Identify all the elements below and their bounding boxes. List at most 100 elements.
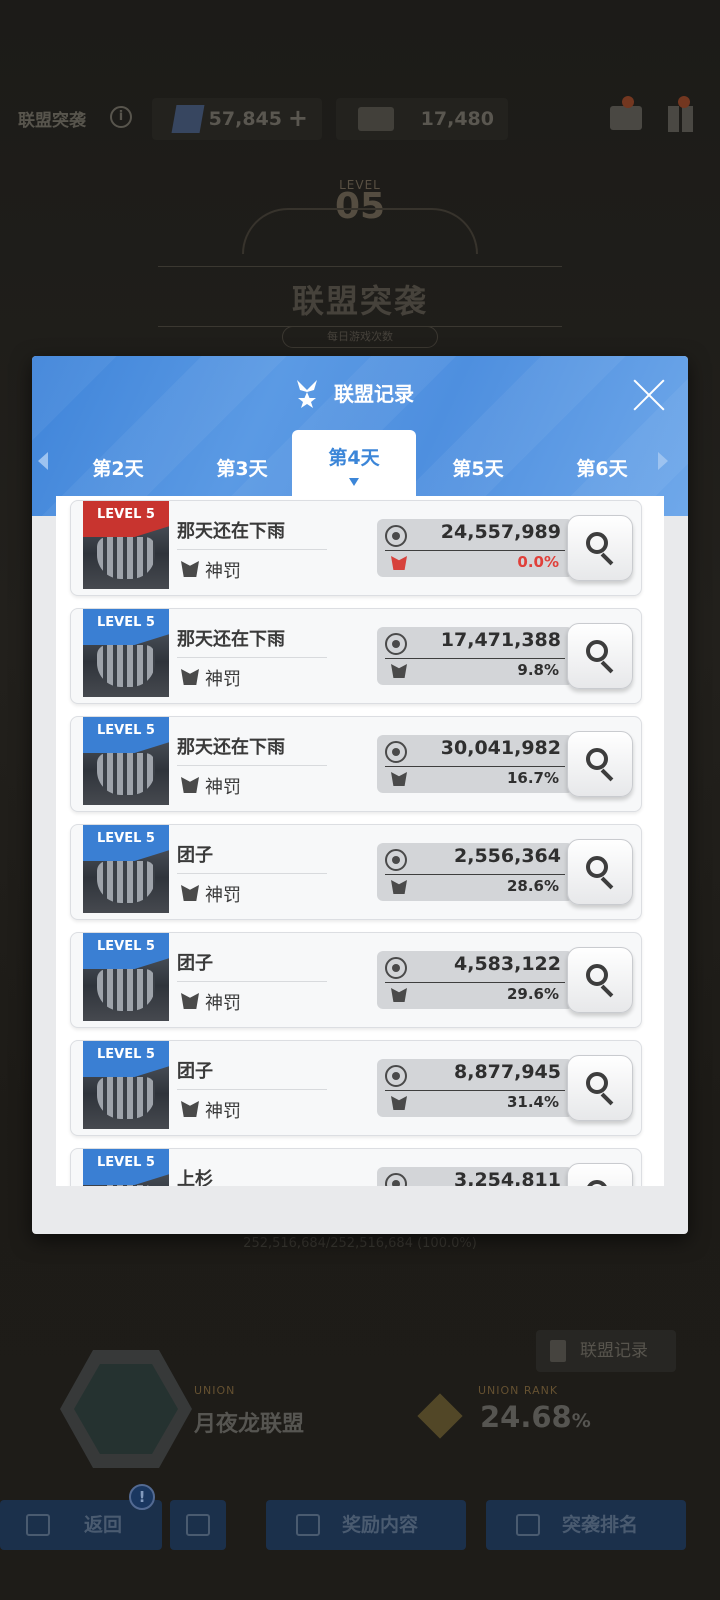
guild-name: 神罚 [205,561,241,582]
damage-value: 17,471,388 [440,629,561,651]
record-row: LEVEL 5 团子神罚 4,583,122 29.6% [70,932,642,1028]
search-icon [586,532,608,554]
search-icon-handle [600,1092,614,1106]
guild-name: 神罚 [205,669,241,690]
divider [385,1090,565,1091]
damage-stats: 8,877,945 31.4% [377,1059,573,1117]
divider [385,766,565,767]
damage-percent: 29.6% [506,985,559,1003]
tab-scroll-left-icon[interactable] [38,452,48,470]
target-icon [385,1065,407,1087]
trophy-star-icon [297,380,317,408]
player-avatar: LEVEL 5 [83,717,169,805]
search-icon [586,856,608,878]
player-avatar: LEVEL 5 [83,1041,169,1129]
tab-day-5[interactable]: 第5天 [416,442,540,496]
damage-value: 4,583,122 [454,953,561,975]
player-level: LEVEL 5 [97,723,155,738]
damage-value: 3,254,811 [454,1169,561,1186]
mech-portrait [97,969,155,1011]
active-tab-indicator-icon [349,478,359,486]
modal-title: 联盟记录 [334,382,414,406]
search-icon [586,748,608,770]
guild-name: 神罚 [205,885,241,906]
divider [177,873,327,874]
divider [177,657,327,658]
player-name: 那天还在下雨 [177,737,285,758]
record-list[interactable]: LEVEL 5 那天还在下雨 神罚 24,557,989 0.0% LEVEL 5 那天还在… [56,496,664,1186]
record-row: LEVEL 5 团子 神罚 2,556,364 28.6% [70,824,642,920]
mech-portrait [97,537,155,579]
view-detail-button[interactable] [567,947,633,1013]
record-row: LEVEL 5 上杉 3,254,811 [70,1148,642,1186]
damage-percent: 28.6% [506,877,559,895]
search-icon-handle [600,660,614,674]
divider [385,874,565,875]
tab-day-3[interactable]: 第3天 [180,442,304,496]
player-name: 那天还在下雨 [177,629,285,650]
player-level: LEVEL 5 [97,615,155,630]
player-name: 上杉 [177,1169,213,1186]
boss-icon [391,988,407,1002]
guild-icon [181,885,199,901]
tab-day-2[interactable]: 第2天 [56,442,180,496]
player-avatar: LEVEL 5 [83,501,169,589]
boss-icon [391,664,407,678]
tab-day-6[interactable]: 第6天 [540,442,664,496]
view-detail-button[interactable] [567,1163,633,1186]
player-name: 团子 [177,845,213,866]
damage-percent: 16.7% [506,769,559,787]
divider [177,981,327,982]
damage-percent: 0.0% [517,553,559,571]
divider [177,549,327,550]
record-row: LEVEL 5 那天还在下雨 神罚 24,557,989 0.0% [70,500,642,596]
damage-stats: 3,254,811 [377,1167,573,1186]
player-name: 团子 [177,953,213,974]
damage-stats: 24,557,989 0.0% [377,519,573,577]
target-icon [385,957,407,979]
view-detail-button[interactable] [567,623,633,689]
search-icon [586,1072,608,1094]
divider [385,658,565,659]
target-icon [385,741,407,763]
player-avatar: LEVEL 5 [83,609,169,697]
search-icon [586,1180,608,1186]
player-name: 团子 [177,1061,213,1082]
view-detail-button[interactable] [567,1055,633,1121]
boss-icon [391,556,407,570]
mech-portrait [97,1185,155,1186]
tab-day-4-label: 第4天 [328,447,380,469]
damage-value: 30,041,982 [440,737,561,759]
damage-stats: 30,041,982 16.7% [377,735,573,793]
damage-percent: 31.4% [506,1093,559,1111]
damage-stats: 2,556,364 28.6% [377,843,573,901]
damage-value: 8,877,945 [454,1061,561,1083]
guild-icon [181,993,199,1009]
target-icon [385,633,407,655]
search-icon [586,964,608,986]
mech-portrait [97,753,155,795]
guild-name: 神罚 [205,1101,241,1122]
player-avatar: LEVEL 5 [83,933,169,1021]
guild-name: 神罚 [205,777,241,798]
tab-day-4[interactable]: 第4天 [292,430,416,498]
guild-name: 神罚 [205,993,241,1014]
boss-icon [391,772,407,786]
boss-icon [391,1096,407,1110]
view-detail-button[interactable] [567,515,633,581]
record-row: LEVEL 5 那天还在下雨神罚 17,471,388 9.8% [70,608,642,704]
player-level: LEVEL 5 [97,1047,155,1062]
view-detail-button[interactable] [567,731,633,797]
target-icon [385,1173,407,1186]
close-icon[interactable] [632,378,666,412]
guild-icon [181,777,199,793]
guild-icon [181,561,199,577]
target-icon [385,849,407,871]
target-icon [385,525,407,547]
mech-portrait [97,645,155,687]
union-record-modal: 联盟记录 第2天 第3天 第4天 第5天 第6天 LEVEL 5 那天还在下雨 神罚… [32,356,688,1234]
view-detail-button[interactable] [567,839,633,905]
damage-value: 2,556,364 [454,845,561,867]
player-level: LEVEL 5 [97,939,155,954]
damage-percent: 9.8% [517,661,559,679]
